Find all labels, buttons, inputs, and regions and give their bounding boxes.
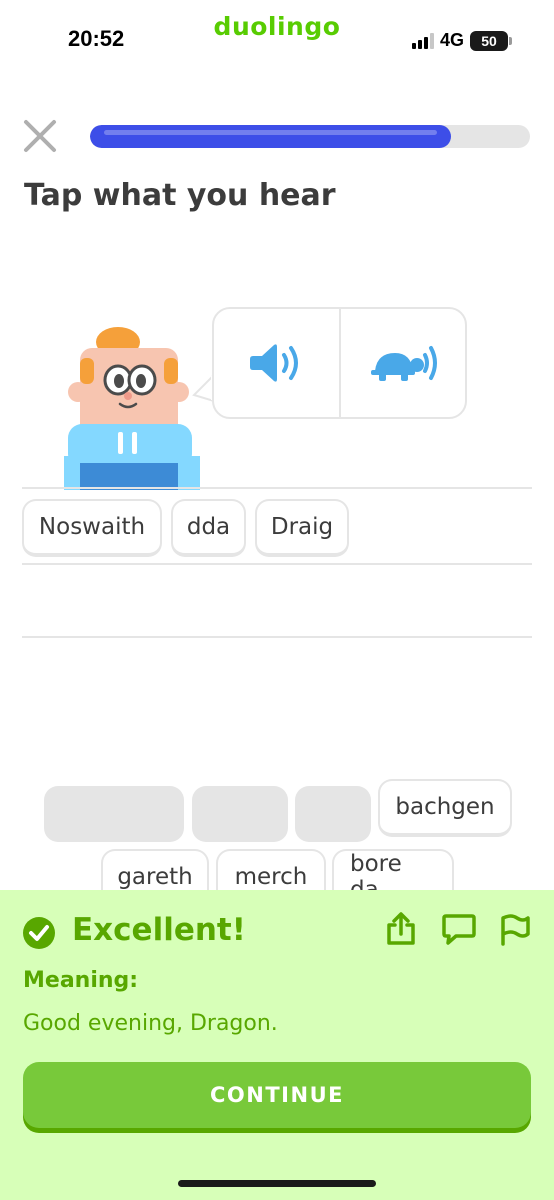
speaker-icon [250, 344, 299, 382]
speech-bubble [212, 307, 467, 419]
word-bank-chip[interactable]: bachgen [378, 779, 512, 837]
play-slow-audio-button[interactable] [338, 309, 466, 417]
comment-icon [442, 914, 476, 945]
share-icon [387, 912, 415, 945]
meaning-text: Good evening, Dragon. [23, 1011, 278, 1036]
home-indicator [178, 1180, 376, 1187]
report-button[interactable] [497, 912, 531, 946]
share-button[interactable] [384, 912, 418, 946]
character-illustration [58, 320, 208, 490]
close-button[interactable] [22, 118, 58, 154]
feedback-status: Excellent! [72, 912, 246, 948]
word-bank-slot-empty [192, 786, 288, 842]
continue-button[interactable]: CONTINUE [23, 1062, 531, 1128]
exercise-prompt: Tap what you hear [24, 178, 336, 213]
meaning-label: Meaning: [23, 968, 139, 993]
answer-line-3 [22, 636, 532, 638]
close-icon [24, 120, 56, 152]
signal-icon [411, 32, 434, 49]
speech-bubble-tail [192, 374, 214, 402]
play-audio-button[interactable] [214, 309, 339, 417]
battery-level: 50 [481, 32, 497, 49]
answer-chip-3[interactable]: Draig [255, 499, 349, 557]
answer-line-1 [22, 487, 532, 489]
discussion-button[interactable] [441, 912, 477, 946]
network-label: 4G [439, 30, 464, 50]
status-indicators: 4G 50 [411, 30, 512, 51]
word-bank-slot-empty [44, 786, 184, 842]
answer-chip-2[interactable]: dda [171, 499, 246, 557]
answer-line-2 [22, 563, 532, 565]
turtle-slow-audio-icon [370, 346, 437, 381]
word-bank-slot-empty [295, 786, 371, 842]
battery-icon: 50 [470, 30, 512, 51]
answer-chip-1[interactable]: Noswaith [22, 499, 162, 557]
check-circle-icon [23, 917, 55, 949]
flag-icon [501, 914, 530, 946]
lesson-progress-fill [90, 125, 451, 148]
lesson-progress-bar [90, 125, 530, 148]
